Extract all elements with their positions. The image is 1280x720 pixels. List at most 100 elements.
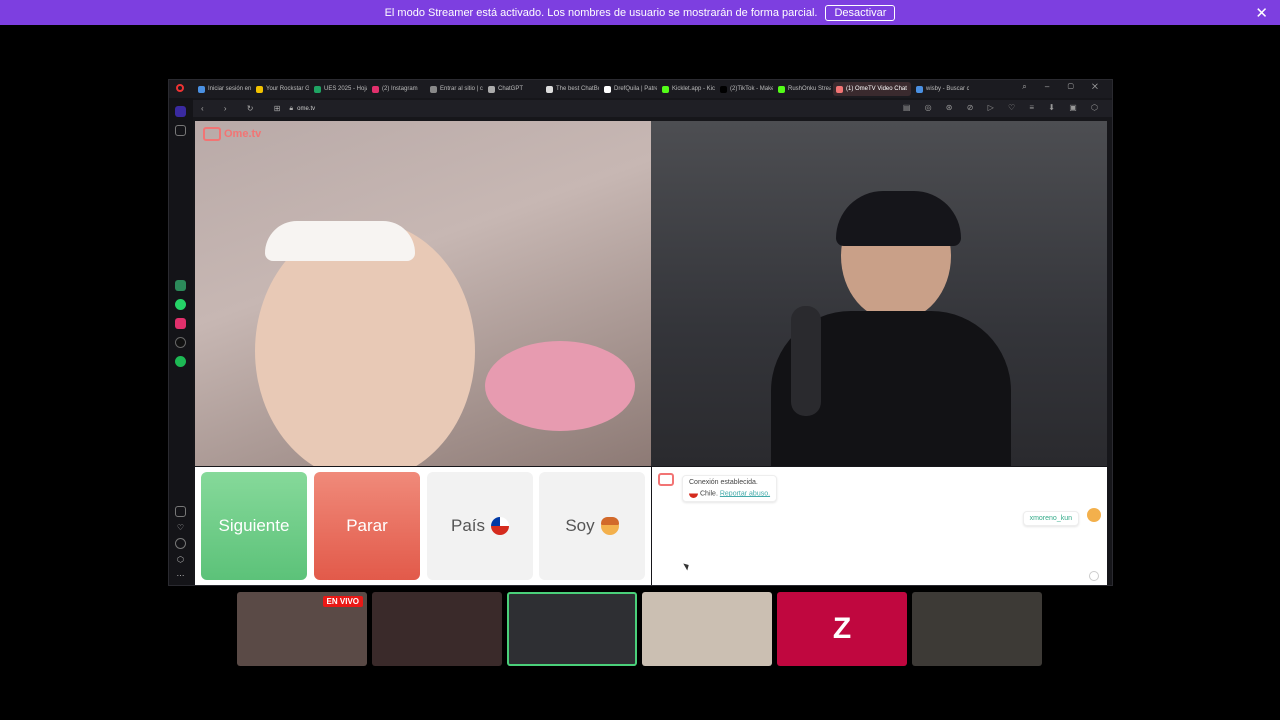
thumb-2[interactable] [372,592,502,666]
tab-favicon-icon [720,85,727,93]
chat-controls: Siguiente Parar País Soy [195,467,651,585]
deactivate-button[interactable]: Desactivar [825,4,896,21]
address-bar: ‹ › ↻ ⊞ 🔒︎ ome.tv ▤ ◎ ⊛ ⊘ ▷ ♡ ≡ ⬇ ▣ ⬡ [193,100,1112,117]
chile-flag-icon [689,489,698,498]
browser-tab[interactable]: DrefQuila | Patre [601,82,657,96]
close-icon[interactable]: ✕ [1255,4,1268,22]
pink-pillow [485,341,635,431]
tab-label: RushOnku Stream [788,86,831,92]
browser-tab[interactable]: (1) OmeTV Video Chat [833,82,911,96]
cap [836,191,961,246]
browser-tab[interactable]: ChatGPT [485,82,541,96]
next-button[interactable]: Siguiente [201,472,307,580]
thumb-1[interactable]: EN VIVO [237,592,367,666]
streamer-mode-banner: El modo Streamer está activado. Los nomb… [0,0,1280,25]
speed-dial-icon[interactable] [175,125,186,136]
browser-tab[interactable]: The best ChatBo [543,82,599,96]
more-icon[interactable]: ⋯ [175,570,186,581]
lock-icon: 🔒︎ [289,104,294,112]
gender-label: Soy [565,516,595,535]
user-avatar-icon [1087,508,1101,522]
tab-favicon-icon [546,85,553,93]
tab-label: UES 2025 - Hoja [324,86,367,92]
banner-message: El modo Streamer está activado. Los nomb… [384,6,818,19]
browser-tab[interactable]: Iniciar sesión en [195,82,251,96]
browser-tab[interactable]: (2)TikTok - Make [717,82,773,96]
whatsapp-icon[interactable] [175,299,186,310]
connection-status: Conexión establecida. [689,479,758,486]
tab-label: Iniciar sesión en [208,86,251,92]
toolbar-extensions-icon[interactable]: ▤ ◎ ⊛ ⊘ ▷ ♡ ≡ ⬇ ▣ ⬡ [903,103,1104,112]
tab-favicon-icon [430,85,437,93]
nav-buttons-icon[interactable]: ‹ › ↻ ⊞ [201,104,289,113]
browser-tab[interactable]: (2) Instagram [369,82,425,96]
browser-tab[interactable]: Entrar al sitio | co [427,82,483,96]
tab-label: (2)TikTok - Make [730,86,773,92]
live-badge: EN VIVO [322,596,363,607]
country-text: Chile. [700,490,718,498]
browser-tab[interactable]: wisby - Buscar co [913,82,969,96]
boy-avatar-icon [600,517,619,535]
browser-tab[interactable]: Your Rockstar Ga [253,82,309,96]
history-icon[interactable] [175,538,186,549]
tab-label: DrefQuila | Patre [614,86,657,92]
tab-favicon-icon [488,85,495,93]
tab-favicon-icon [778,85,785,93]
url-field[interactable]: ome.tv [297,106,315,112]
extensions-icon[interactable] [175,506,186,517]
thumb-3[interactable] [507,592,637,666]
chat-panel: Conexión establecida. Chile. Reportar ab… [652,467,1107,585]
tab-label: (1) OmeTV Video Chat [846,86,907,92]
chatgpt-icon[interactable] [175,280,186,291]
emoji-icon[interactable] [1089,571,1099,581]
z-logo-icon: Z [832,612,852,645]
browser-tab[interactable]: Kicklet.app - Kick [659,82,715,96]
tab-favicon-icon [662,85,669,93]
tab-bar: Iniciar sesión en Your Rockstar Ga UES 202… [169,80,1112,98]
gender-button[interactable]: Soy [539,472,645,580]
instagram-icon[interactable] [175,318,186,329]
chile-flag-icon [491,517,510,535]
thumb-6[interactable] [912,592,1042,666]
tab-label: (2) Instagram [382,86,418,92]
browser-window: Iniciar sesión en Your Rockstar Ga UES 202… [168,79,1113,586]
tab-favicon-icon [604,85,611,93]
tab-favicon-icon [314,85,321,93]
tab-favicon-icon [372,85,379,93]
tab-favicon-icon [198,85,205,93]
ometv-logo: Ome.tv [203,127,261,141]
scene-thumbnails: EN VIVO Z [237,592,1045,666]
tab-label: ChatGPT [498,86,524,92]
report-abuse-link[interactable]: Reportar abuso. [720,490,770,497]
country-button[interactable]: País [427,472,533,580]
system-message: Conexión establecida. Chile. Reportar ab… [682,475,778,502]
stop-button[interactable]: Parar [314,472,420,580]
thumb-4[interactable] [642,592,772,666]
tab-favicon-icon [836,85,843,93]
browser-tab[interactable]: RushOnku Stream [775,82,831,96]
tab-label: wisby - Buscar co [926,86,969,92]
cube-icon[interactable]: ⬡ [175,554,186,565]
thumb-5[interactable]: Z [777,592,907,666]
tab-favicon-icon [916,85,923,93]
headband [265,221,415,261]
username-pill: xmoreno_kun [1022,511,1079,526]
tab-label: The best ChatBo [556,86,599,92]
home-icon[interactable] [175,106,186,117]
spotify-icon[interactable] [175,356,186,367]
ometv-page: Ome.tv Siguiente Parar País Soy Conexión… [195,121,1107,585]
self-video [651,121,1107,466]
browser-sidebar: ♡ ⬡ ⋯ [169,98,193,585]
heart-icon[interactable]: ♡ [175,522,186,533]
microphone [791,306,821,416]
browser-tab[interactable]: UES 2025 - Hoja [311,82,367,96]
tiktok-icon[interactable] [175,337,186,348]
window-controls[interactable]: ⌕ – ▢ ✕ [1022,82,1106,92]
tab-label: Entrar al sitio | co [440,86,483,92]
country-label: País [450,516,486,535]
ometv-chat-icon [658,473,674,486]
opera-logo-icon [169,84,193,94]
tab-favicon-icon [256,85,263,93]
tab-label: Kicklet.app - Kick [672,86,715,92]
mouse-cursor-icon [683,561,691,571]
